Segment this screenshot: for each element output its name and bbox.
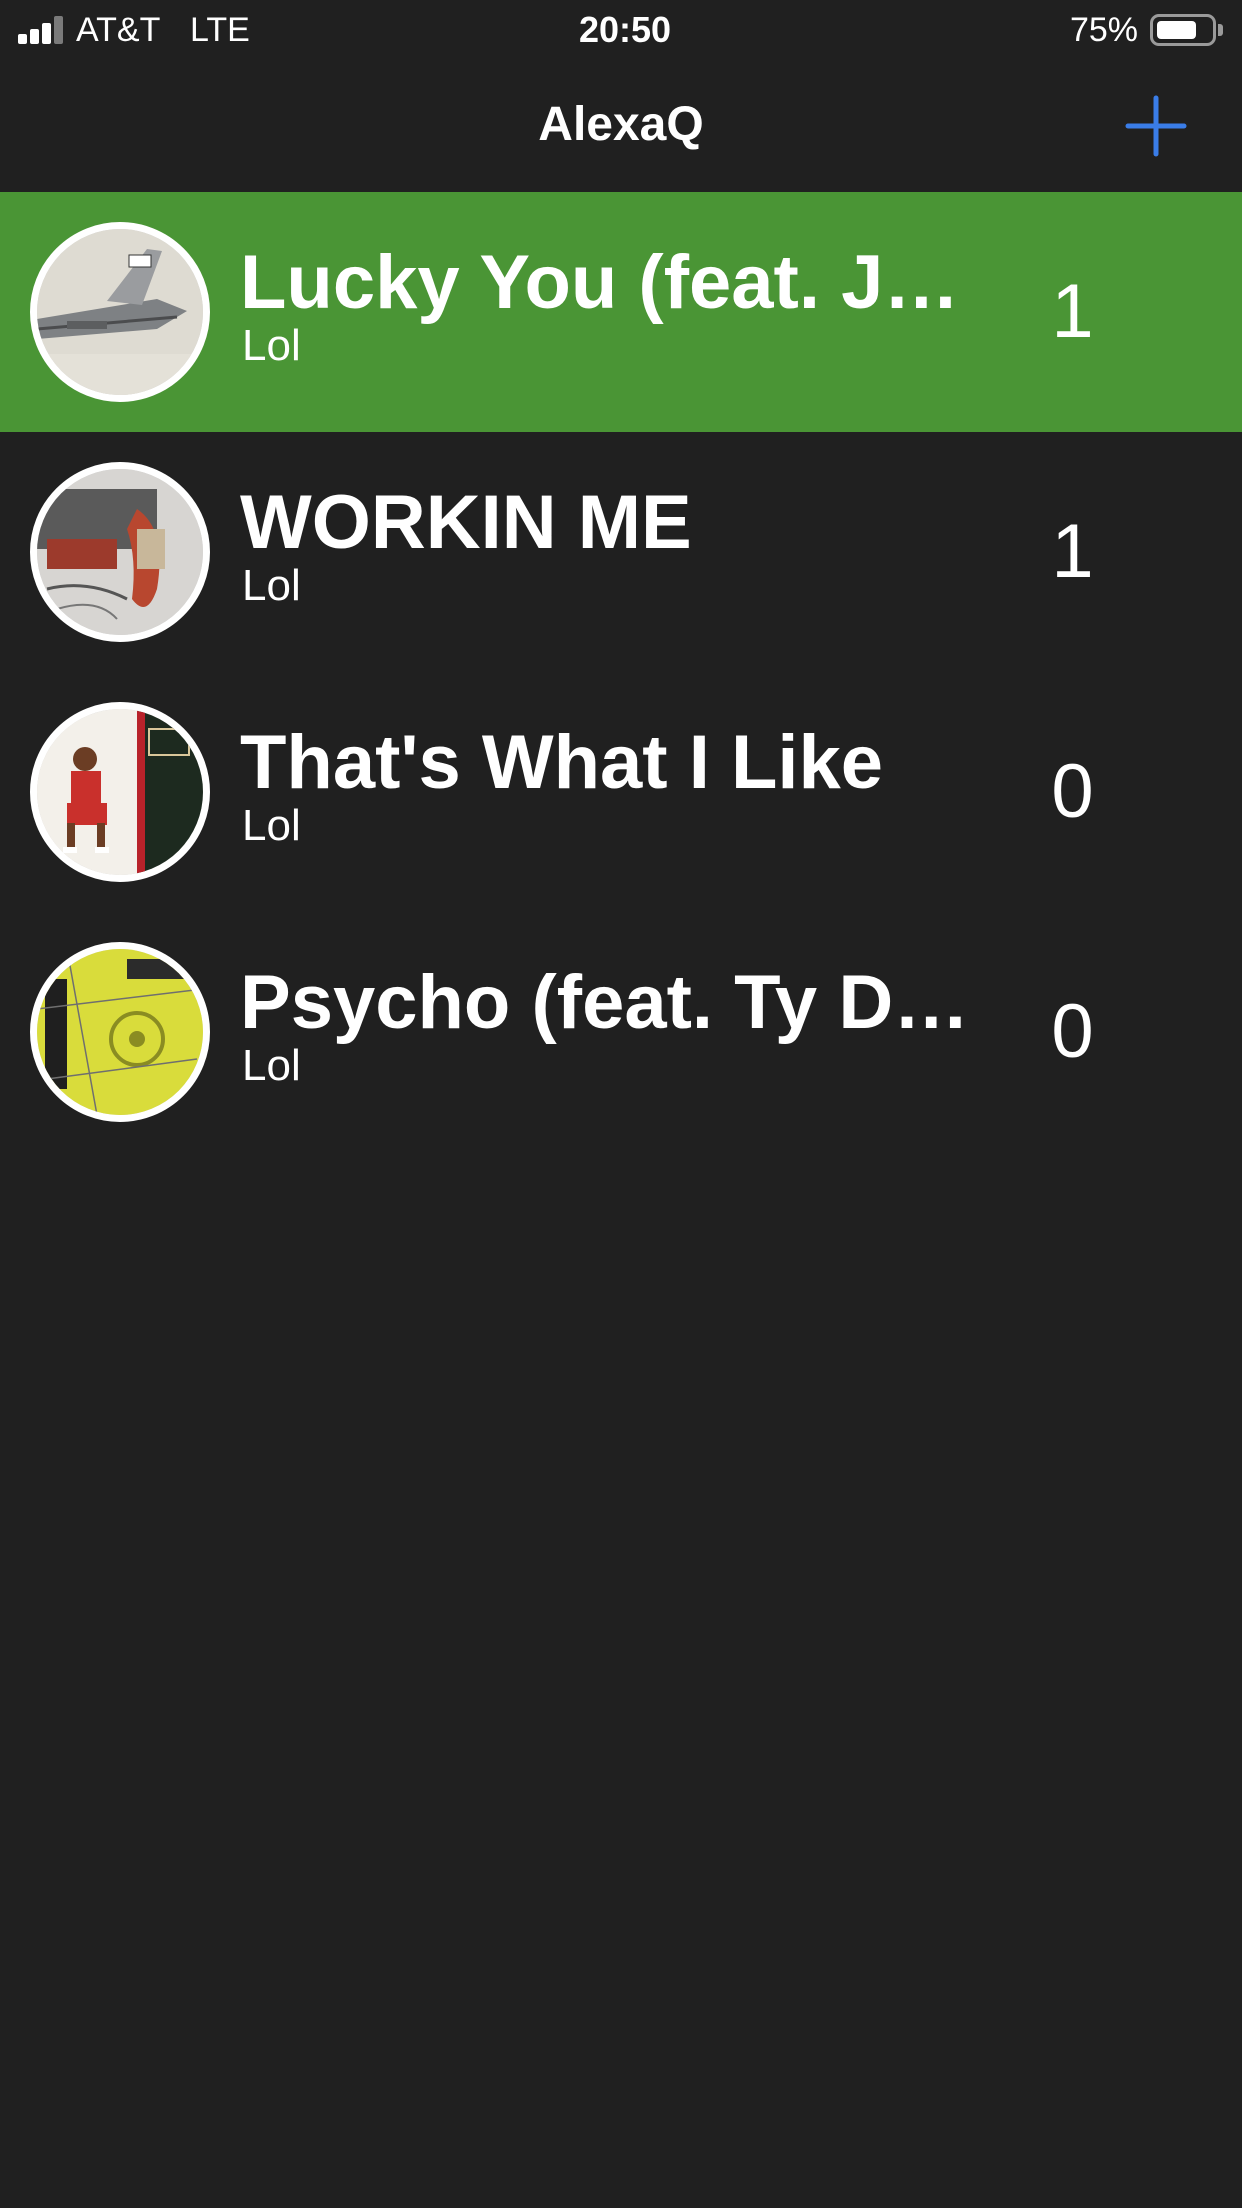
song-queue-list: Lucky You (feat. Joyner Lucas) Lol 1 WOR…	[0, 192, 1242, 1152]
battery-percentage: 75%	[1069, 11, 1138, 49]
vote-count: 0	[1051, 749, 1094, 834]
song-artist: Lol	[242, 321, 301, 370]
vote-count: 0	[1051, 989, 1094, 1074]
plus-icon	[1125, 95, 1187, 157]
song-title: Psycho (feat. Ty Dolla $ign)	[240, 960, 980, 1045]
add-song-button[interactable]	[1124, 94, 1188, 158]
album-cover-workin-me	[30, 462, 210, 642]
song-title: WORKIN ME	[240, 480, 692, 565]
page-title: AlexaQ	[538, 98, 704, 151]
song-artist: Lol	[242, 561, 301, 610]
vote-count: 1	[1051, 509, 1094, 594]
song-row[interactable]: That's What I Like Lol 0	[0, 672, 1242, 912]
album-cover-beerbongs	[30, 942, 210, 1122]
song-title: Lucky You (feat. Joyner Lucas)	[240, 240, 980, 325]
battery-icon	[1150, 14, 1216, 46]
album-cover-kamikaze	[30, 222, 210, 402]
battery-level	[1157, 21, 1196, 39]
vote-count: 1	[1051, 269, 1094, 354]
status-time: 20:50	[578, 9, 672, 50]
song-artist: Lol	[242, 801, 301, 850]
song-row[interactable]: WORKIN ME Lol 1	[0, 432, 1242, 672]
song-title: That's What I Like	[240, 720, 884, 805]
status-bar: AT&T LTE 20:50 75%	[0, 0, 1242, 62]
song-row[interactable]: Psycho (feat. Ty Dolla $ign) Lol 0	[0, 912, 1242, 1152]
album-cover-24k-magic	[30, 702, 210, 882]
song-artist: Lol	[242, 1041, 301, 1090]
navigation-bar: AlexaQ	[0, 62, 1242, 194]
song-row[interactable]: Lucky You (feat. Joyner Lucas) Lol 1	[0, 192, 1242, 432]
battery-tip	[1218, 24, 1223, 36]
